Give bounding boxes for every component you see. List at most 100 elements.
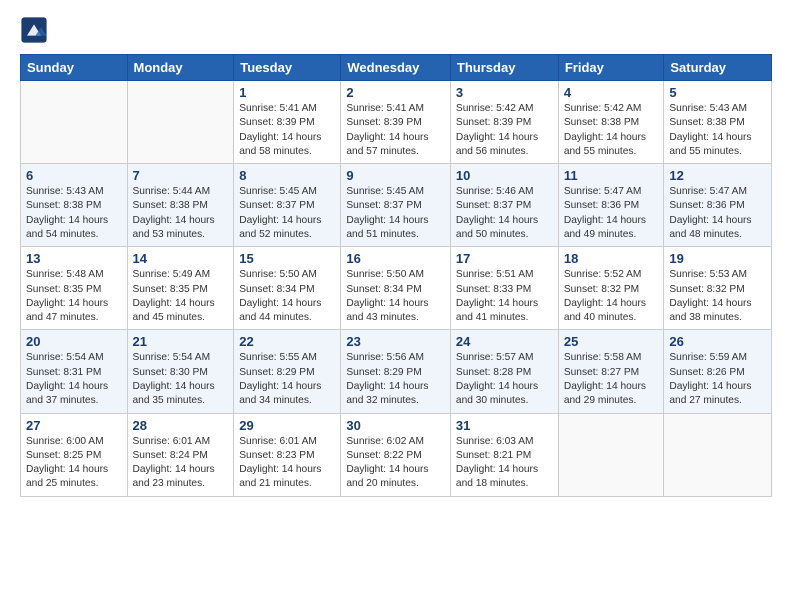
calendar-cell: 11 Sunrise: 5:47 AM Sunset: 8:36 PM Dayli… — [558, 164, 664, 247]
calendar-cell: 5 Sunrise: 5:43 AM Sunset: 8:38 PM Daylig… — [664, 81, 772, 164]
weekday-header: Wednesday — [341, 55, 451, 81]
logo — [20, 16, 52, 44]
cell-content: Sunrise: 5:42 AM Sunset: 8:39 PM Dayligh… — [456, 102, 553, 159]
day-number: 18 — [564, 251, 659, 266]
calendar-cell: 20 Sunrise: 5:54 AM Sunset: 8:31 PM Dayli… — [21, 330, 128, 413]
day-number: 21 — [133, 334, 229, 349]
cell-content: Sunrise: 5:56 AM Sunset: 8:29 PM Dayligh… — [346, 351, 445, 408]
calendar-cell: 12 Sunrise: 5:47 AM Sunset: 8:36 PM Dayli… — [664, 164, 772, 247]
calendar-cell — [664, 413, 772, 496]
cell-content: Sunrise: 5:55 AM Sunset: 8:29 PM Dayligh… — [239, 351, 335, 408]
cell-content: Sunrise: 5:54 AM Sunset: 8:30 PM Dayligh… — [133, 351, 229, 408]
cell-content: Sunrise: 5:57 AM Sunset: 8:28 PM Dayligh… — [456, 351, 553, 408]
day-number: 16 — [346, 251, 445, 266]
cell-content: Sunrise: 5:58 AM Sunset: 8:27 PM Dayligh… — [564, 351, 659, 408]
day-number: 10 — [456, 168, 553, 183]
weekday-header: Sunday — [21, 55, 128, 81]
calendar-cell: 22 Sunrise: 5:55 AM Sunset: 8:29 PM Dayli… — [234, 330, 341, 413]
calendar-cell: 19 Sunrise: 5:53 AM Sunset: 8:32 PM Dayli… — [664, 247, 772, 330]
weekday-header: Friday — [558, 55, 664, 81]
day-number: 20 — [26, 334, 122, 349]
calendar-week-row: 1 Sunrise: 5:41 AM Sunset: 8:39 PM Daylig… — [21, 81, 772, 164]
cell-content: Sunrise: 5:50 AM Sunset: 8:34 PM Dayligh… — [239, 268, 335, 325]
day-number: 4 — [564, 85, 659, 100]
day-number: 19 — [669, 251, 766, 266]
day-number: 9 — [346, 168, 445, 183]
calendar-cell: 8 Sunrise: 5:45 AM Sunset: 8:37 PM Daylig… — [234, 164, 341, 247]
cell-content: Sunrise: 5:45 AM Sunset: 8:37 PM Dayligh… — [346, 185, 445, 242]
cell-content: Sunrise: 5:52 AM Sunset: 8:32 PM Dayligh… — [564, 268, 659, 325]
calendar-cell: 1 Sunrise: 5:41 AM Sunset: 8:39 PM Daylig… — [234, 81, 341, 164]
day-number: 28 — [133, 418, 229, 433]
calendar-week-row: 13Sunrise: 5:48 AM Sunset: 8:35 PM Dayli… — [21, 247, 772, 330]
day-number: 3 — [456, 85, 553, 100]
cell-content: Sunrise: 5:43 AM Sunset: 8:38 PM Dayligh… — [669, 102, 766, 159]
calendar-cell: 9 Sunrise: 5:45 AM Sunset: 8:37 PM Daylig… — [341, 164, 451, 247]
cell-content: Sunrise: 5:44 AM Sunset: 8:38 PM Dayligh… — [133, 185, 229, 242]
calendar-week-row: 6 Sunrise: 5:43 AM Sunset: 8:38 PM Daylig… — [21, 164, 772, 247]
day-number: 24 — [456, 334, 553, 349]
calendar-cell: 2Sunrise: 5:41 AM Sunset: 8:39 PM Daylig… — [341, 81, 451, 164]
day-number: 27 — [26, 418, 122, 433]
calendar-cell: 30Sunrise: 6:02 AM Sunset: 8:22 PM Dayli… — [341, 413, 451, 496]
day-number: 17 — [456, 251, 553, 266]
cell-content: Sunrise: 5:47 AM Sunset: 8:36 PM Dayligh… — [564, 185, 659, 242]
page: SundayMondayTuesdayWednesdayThursdayFrid… — [0, 0, 792, 612]
calendar-cell: 13Sunrise: 5:48 AM Sunset: 8:35 PM Dayli… — [21, 247, 128, 330]
calendar-cell — [558, 413, 664, 496]
calendar-cell: 21 Sunrise: 5:54 AM Sunset: 8:30 PM Dayli… — [127, 330, 234, 413]
day-number: 1 — [239, 85, 335, 100]
calendar-cell: 14 Sunrise: 5:49 AM Sunset: 8:35 PM Dayli… — [127, 247, 234, 330]
calendar-cell: 29Sunrise: 6:01 AM Sunset: 8:23 PM Dayli… — [234, 413, 341, 496]
day-number: 11 — [564, 168, 659, 183]
logo-icon — [20, 16, 48, 44]
cell-content: Sunrise: 5:49 AM Sunset: 8:35 PM Dayligh… — [133, 268, 229, 325]
calendar-cell: 15 Sunrise: 5:50 AM Sunset: 8:34 PM Dayli… — [234, 247, 341, 330]
cell-content: Sunrise: 5:47 AM Sunset: 8:36 PM Dayligh… — [669, 185, 766, 242]
cell-content: Sunrise: 5:59 AM Sunset: 8:26 PM Dayligh… — [669, 351, 766, 408]
calendar-cell: 17 Sunrise: 5:51 AM Sunset: 8:33 PM Dayli… — [450, 247, 558, 330]
calendar-table: SundayMondayTuesdayWednesdayThursdayFrid… — [20, 54, 772, 497]
day-number: 7 — [133, 168, 229, 183]
day-number: 13 — [26, 251, 122, 266]
calendar-cell: 4Sunrise: 5:42 AM Sunset: 8:38 PM Daylig… — [558, 81, 664, 164]
day-number: 5 — [669, 85, 766, 100]
calendar-week-row: 27Sunrise: 6:00 AM Sunset: 8:25 PM Dayli… — [21, 413, 772, 496]
day-number: 22 — [239, 334, 335, 349]
weekday-header: Saturday — [664, 55, 772, 81]
calendar-cell: 18 Sunrise: 5:52 AM Sunset: 8:32 PM Dayli… — [558, 247, 664, 330]
cell-content: Sunrise: 6:02 AM Sunset: 8:22 PM Dayligh… — [346, 435, 445, 492]
calendar-cell: 3 Sunrise: 5:42 AM Sunset: 8:39 PM Daylig… — [450, 81, 558, 164]
cell-content: Sunrise: 5:46 AM Sunset: 8:37 PM Dayligh… — [456, 185, 553, 242]
cell-content: Sunrise: 5:41 AM Sunset: 8:39 PM Dayligh… — [239, 102, 335, 159]
calendar-cell: 26 Sunrise: 5:59 AM Sunset: 8:26 PM Dayli… — [664, 330, 772, 413]
weekday-header: Monday — [127, 55, 234, 81]
calendar-cell: 24 Sunrise: 5:57 AM Sunset: 8:28 PM Dayli… — [450, 330, 558, 413]
calendar-cell: 25 Sunrise: 5:58 AM Sunset: 8:27 PM Dayli… — [558, 330, 664, 413]
cell-content: Sunrise: 6:01 AM Sunset: 8:23 PM Dayligh… — [239, 435, 335, 492]
calendar-cell: 10 Sunrise: 5:46 AM Sunset: 8:37 PM Dayli… — [450, 164, 558, 247]
calendar-cell: 28 Sunrise: 6:01 AM Sunset: 8:24 PM Dayli… — [127, 413, 234, 496]
cell-content: Sunrise: 5:45 AM Sunset: 8:37 PM Dayligh… — [239, 185, 335, 242]
cell-content: Sunrise: 6:01 AM Sunset: 8:24 PM Dayligh… — [133, 435, 229, 492]
cell-content: Sunrise: 5:53 AM Sunset: 8:32 PM Dayligh… — [669, 268, 766, 325]
calendar-cell — [127, 81, 234, 164]
calendar-cell: 31Sunrise: 6:03 AM Sunset: 8:21 PM Dayli… — [450, 413, 558, 496]
day-number: 23 — [346, 334, 445, 349]
day-number: 12 — [669, 168, 766, 183]
cell-content: Sunrise: 5:43 AM Sunset: 8:38 PM Dayligh… — [26, 185, 122, 242]
calendar-cell: 7 Sunrise: 5:44 AM Sunset: 8:38 PM Daylig… — [127, 164, 234, 247]
cell-content: Sunrise: 6:03 AM Sunset: 8:21 PM Dayligh… — [456, 435, 553, 492]
cell-content: Sunrise: 5:51 AM Sunset: 8:33 PM Dayligh… — [456, 268, 553, 325]
weekday-header: Thursday — [450, 55, 558, 81]
day-number: 14 — [133, 251, 229, 266]
day-number: 8 — [239, 168, 335, 183]
day-number: 15 — [239, 251, 335, 266]
day-number: 25 — [564, 334, 659, 349]
day-number: 6 — [26, 168, 122, 183]
header — [20, 16, 772, 44]
day-number: 26 — [669, 334, 766, 349]
cell-content: Sunrise: 5:54 AM Sunset: 8:31 PM Dayligh… — [26, 351, 122, 408]
calendar-cell: 23 Sunrise: 5:56 AM Sunset: 8:29 PM Dayli… — [341, 330, 451, 413]
day-number: 2 — [346, 85, 445, 100]
